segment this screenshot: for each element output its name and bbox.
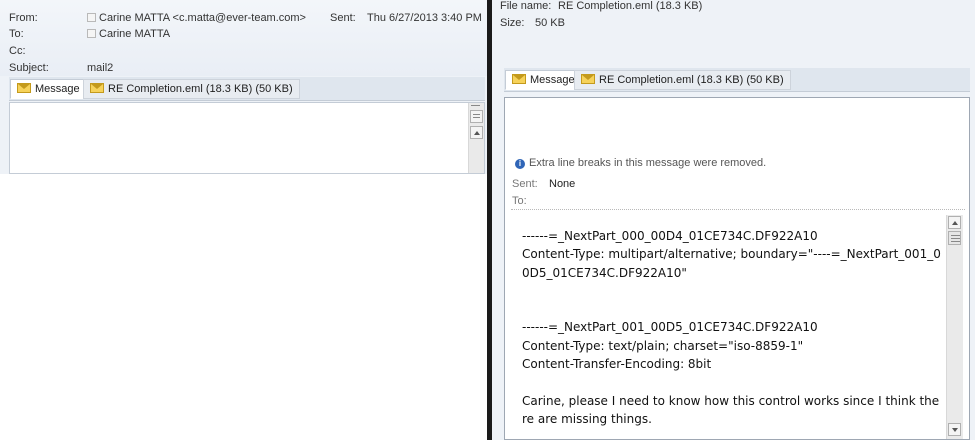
grip-icon xyxy=(951,238,960,239)
to-value[interactable]: Carine MATTA xyxy=(87,26,170,42)
zoom-icon-line xyxy=(473,117,480,118)
from-address[interactable]: Carine MATTA <c.matta@ever-team.com> xyxy=(99,12,306,24)
body-line-blank xyxy=(522,282,944,300)
vertical-scrollbar[interactable] xyxy=(468,103,484,173)
size-row: Size: 50 KB xyxy=(500,17,565,29)
info-bar[interactable]: i Extra line breaks in this message were … xyxy=(515,157,766,169)
to-label: To: xyxy=(9,28,24,40)
arrow-up-icon xyxy=(952,221,958,225)
subject-value: mail2 xyxy=(87,62,114,74)
envelope-icon xyxy=(17,83,31,93)
from-label: From: xyxy=(9,12,38,24)
message-content: ------=_NextPart_000_00D4_01CE734C.DF922… xyxy=(522,227,944,428)
cc-label: Cc: xyxy=(9,45,26,57)
body-line: Carine, please I need to know how this c… xyxy=(522,393,940,426)
presence-icon xyxy=(87,29,96,38)
grip-icon xyxy=(951,241,960,242)
from-value[interactable]: Carine MATTA <c.matta@ever-team.com> xyxy=(87,10,306,26)
tab-attachment-label: RE Completion.eml (18.3 KB) (50 KB) xyxy=(599,74,784,86)
file-name-row: File name: RE Completion.eml (18.3 KB) xyxy=(500,0,702,12)
scroll-up-button[interactable] xyxy=(948,216,961,229)
file-name-value: RE Completion.eml (18.3 KB) xyxy=(558,0,703,12)
body-line: Content-Transfer-Encoding: 8bit xyxy=(522,357,712,372)
scroll-up-button[interactable] xyxy=(470,126,483,139)
tab-message[interactable]: Message xyxy=(505,70,582,90)
sent-value: None xyxy=(549,178,576,190)
attachment-tab-bar: Message RE Completion.eml (18.3 KB) (50 … xyxy=(504,68,970,92)
sent-value: Thu 6/27/2013 3:40 PM xyxy=(367,12,482,24)
subject-row: Subject: mail2 xyxy=(9,60,487,76)
sent-label: Sent: xyxy=(330,12,356,24)
tab-message-label: Message xyxy=(530,74,575,86)
scroll-thumb[interactable] xyxy=(948,231,961,245)
from-row: From: Carine MATTA <c.matta@ever-team.co… xyxy=(9,10,487,26)
subject-label: Subject: xyxy=(9,62,49,74)
to-address[interactable]: Carine MATTA xyxy=(99,28,170,40)
mail-header: From: Carine MATTA <c.matta@ever-team.co… xyxy=(0,0,487,76)
body-line: Content-Type: text/plain; charset="iso-8… xyxy=(522,338,804,353)
body-line: ------=_NextPart_001_00D5_01CE734C.DF922… xyxy=(522,320,818,335)
sent-label: Sent: xyxy=(512,178,538,190)
body-line: ------=_NextPart_000_00D4_01CE734C.DF922… xyxy=(522,229,818,243)
envelope-icon xyxy=(90,83,104,93)
cc-row: Cc: xyxy=(9,43,487,59)
left-mail-window: From: Carine MATTA <c.matta@ever-team.co… xyxy=(0,0,487,174)
grip-icon xyxy=(471,105,480,106)
size-value: 50 KB xyxy=(535,17,565,29)
zoom-icon xyxy=(473,114,480,115)
body-line: Content-Type: multipart/alternative; bou… xyxy=(522,247,941,280)
to-row: To: xyxy=(512,195,527,207)
body-line-blank xyxy=(522,373,944,391)
arrow-up-icon xyxy=(474,131,480,135)
tab-message-label: Message xyxy=(35,83,80,95)
info-icon: i xyxy=(515,159,525,169)
arrow-down-icon xyxy=(952,428,958,432)
right-attachment-window: File name: RE Completion.eml (18.3 KB) S… xyxy=(492,0,975,440)
tab-message[interactable]: Message xyxy=(10,79,87,99)
envelope-icon xyxy=(512,74,526,84)
body-line-blank xyxy=(522,300,944,318)
vertical-scrollbar[interactable] xyxy=(946,215,963,439)
header-separator xyxy=(511,209,965,210)
info-bar-text: Extra line breaks in this message were r… xyxy=(529,157,767,169)
presence-icon xyxy=(87,13,96,22)
tab-attachment-label: RE Completion.eml (18.3 KB) (50 KB) xyxy=(108,83,293,95)
tab-attachment[interactable]: RE Completion.eml (18.3 KB) (50 KB) xyxy=(574,70,791,90)
sent-row: Sent: None xyxy=(512,178,575,190)
scroll-down-button[interactable] xyxy=(948,423,961,436)
scroll-zoom-button[interactable] xyxy=(470,110,483,123)
to-row: To: Carine MATTA xyxy=(9,26,487,42)
file-name-label: File name: xyxy=(500,0,552,12)
size-label: Size: xyxy=(500,17,525,29)
attachment-body[interactable]: i Extra line breaks in this message were … xyxy=(504,97,970,440)
message-body[interactable] xyxy=(9,102,485,174)
to-label: To: xyxy=(512,195,527,207)
tab-attachment[interactable]: RE Completion.eml (18.3 KB) (50 KB) xyxy=(83,79,300,99)
grip-icon xyxy=(951,235,960,236)
attachment-tab-bar: Message RE Completion.eml (18.3 KB) (50 … xyxy=(9,77,485,101)
envelope-icon xyxy=(581,74,595,84)
